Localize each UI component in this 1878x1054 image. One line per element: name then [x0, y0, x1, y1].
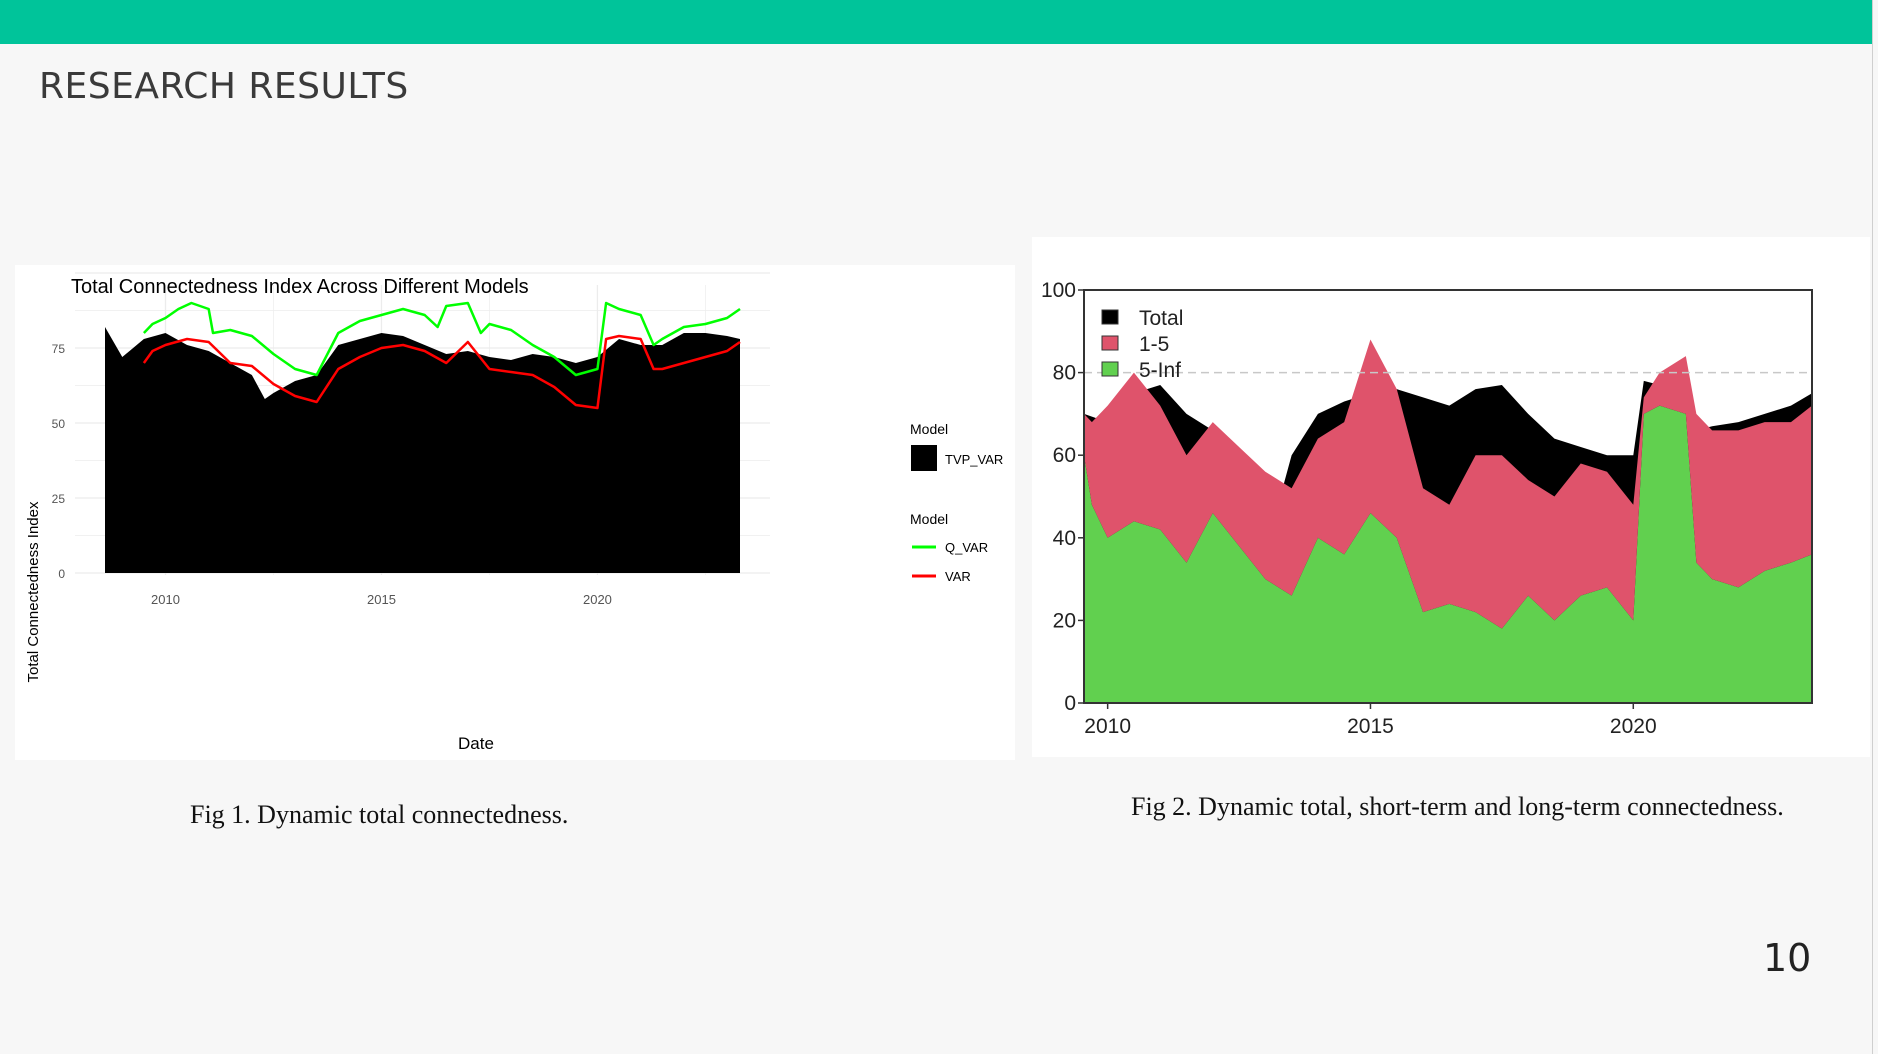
x-tick-label: 2015	[1347, 715, 1394, 738]
figure-2-caption: Fig 2. Dynamic total, short-term and lon…	[1131, 792, 1784, 821]
x-tick-label: 2010	[151, 592, 180, 607]
legend1-label-tvp-var: TVP_VAR	[945, 452, 1003, 467]
chart1-title: Total Connectedness Index Across Differe…	[71, 276, 529, 298]
legend2-label-long: 5-Inf	[1139, 359, 1181, 382]
y-tick-label: 20	[1053, 609, 1076, 632]
y-tick-label: 0	[58, 567, 65, 581]
figure-1-panel: 0 25 50 75 2010 2015 2020 Total Connectedness…	[15, 265, 1015, 760]
series-area-tvp-var	[105, 327, 740, 573]
legend1-title-b: Model	[910, 511, 948, 527]
x-tick-label: 2015	[367, 592, 396, 607]
legend2-label-short: 1-5	[1139, 333, 1169, 356]
page-number: 10	[1763, 936, 1812, 980]
accent-bar	[0, 0, 1872, 44]
x-tick-label: 2010	[1084, 715, 1131, 738]
chart1-xlabel: Date	[458, 734, 494, 753]
chart-frequency-connectedness: 0 20 40 60 80 100 2010 2015 2020 Total 1-5 5-In…	[1041, 279, 1813, 738]
y-tick-label: 0	[1064, 692, 1076, 715]
chart1-ylabel: Total Connectedness Index	[25, 501, 42, 682]
y-tick-label: 25	[52, 492, 66, 506]
chart-total-connectedness-models: 0 25 50 75 2010 2015 2020 Total Connectedness…	[25, 272, 1003, 753]
legend2-swatch-long	[1101, 361, 1119, 377]
y-tick-label: 75	[52, 342, 66, 356]
y-tick-label: 40	[1053, 527, 1076, 550]
x-tick-label: 2020	[1610, 715, 1657, 738]
figure-2-panel: 0 20 40 60 80 100 2010 2015 2020 Total 1-5 5-In…	[1032, 237, 1870, 757]
y-tick-label: 80	[1053, 362, 1076, 385]
legend2-swatch-total	[1101, 309, 1119, 325]
legend1-title-a: Model	[910, 421, 948, 437]
y-tick-label: 100	[1041, 279, 1076, 302]
slide-edge	[1872, 0, 1878, 1054]
legend1-swatch-tvp-var	[911, 445, 937, 471]
figure-1-caption: Fig 1. Dynamic total connectedness.	[190, 800, 569, 829]
legend1-label-q-var: Q_VAR	[945, 540, 988, 555]
slide-title: RESEARCH RESULTS	[39, 66, 409, 107]
legend1-label-var: VAR	[945, 569, 971, 584]
legend2-label-total: Total	[1139, 307, 1183, 330]
legend2-swatch-short	[1101, 335, 1119, 351]
y-tick-label: 60	[1053, 444, 1076, 467]
y-tick-label: 50	[52, 417, 66, 431]
x-tick-label: 2020	[583, 592, 612, 607]
